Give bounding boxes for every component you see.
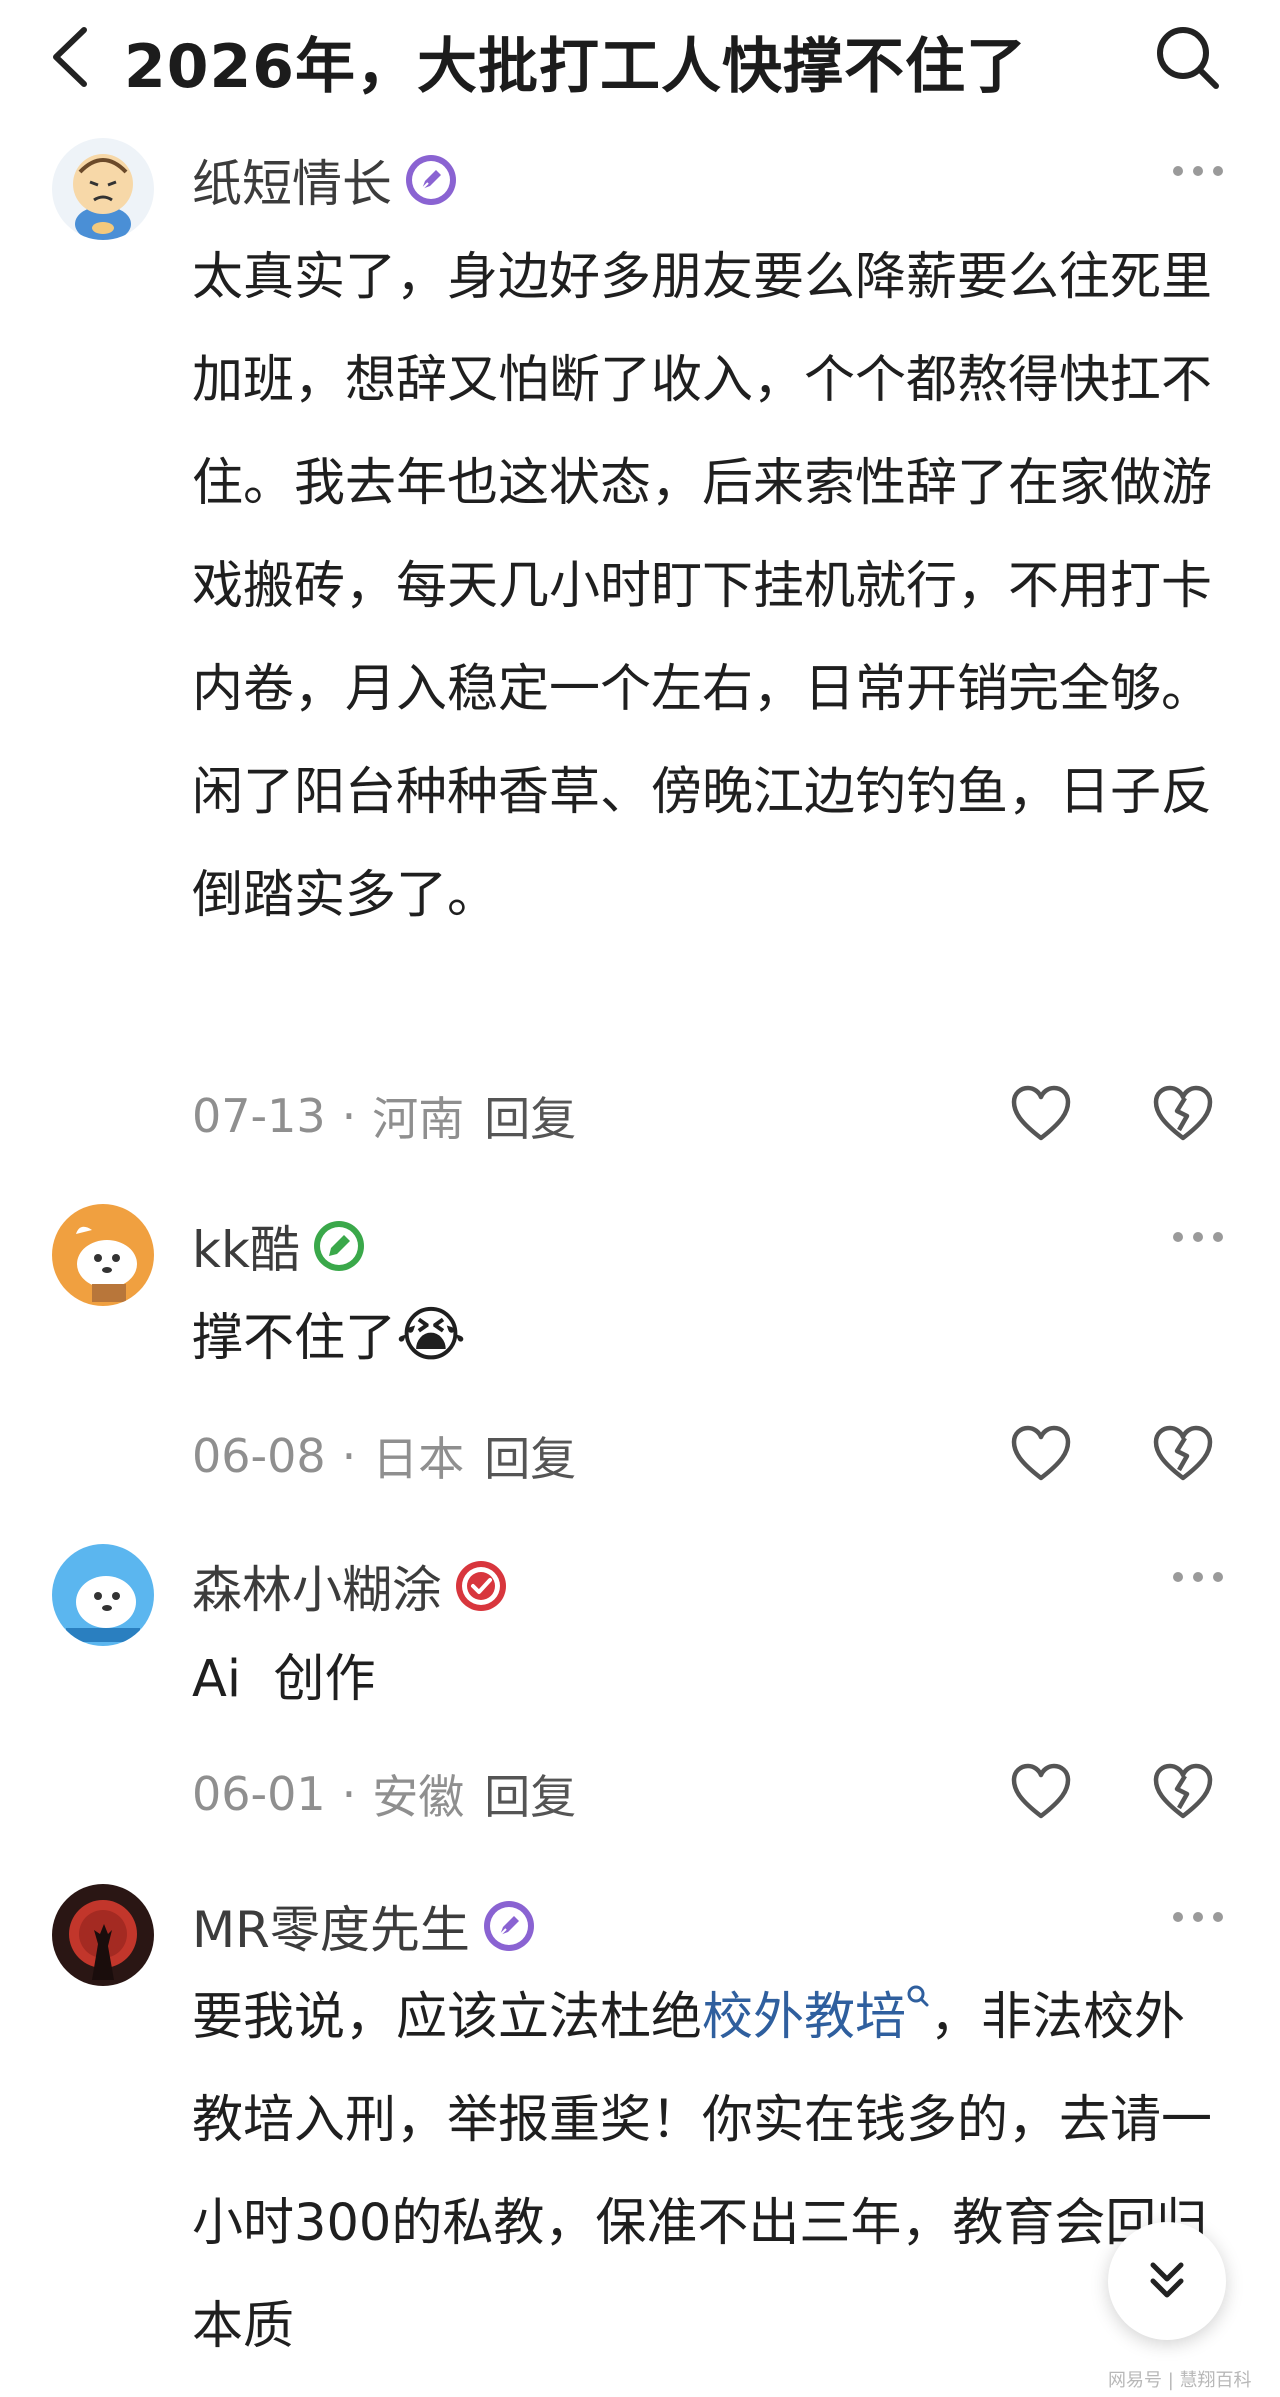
pen-badge-icon (406, 155, 456, 205)
comment-text: 撑不住了 (192, 1309, 397, 1368)
chevron-left-icon (53, 27, 87, 87)
comment-text: 要我说，应该立法杜绝校外教培 ，非法校外教培入刑，举报重奖！你实在钱多的，去请一小… (192, 1966, 1232, 2378)
more-options-button[interactable] (1170, 156, 1226, 186)
comment-date: 07-13 (192, 1089, 326, 1143)
username[interactable]: MR零度先生 (192, 1890, 470, 1962)
comment-location: 安徽 (372, 1770, 465, 1824)
search-icon (1157, 27, 1219, 89)
double-chevron-down-icon (1150, 2262, 1184, 2298)
comment-meta: 06-08 · 日本 回复 (192, 1426, 576, 1486)
more-dots-icon (1173, 166, 1223, 176)
search-button[interactable] (1152, 22, 1222, 92)
more-options-button[interactable] (1170, 1222, 1226, 1252)
broken-heart-icon (1153, 1085, 1213, 1141)
dislike-button[interactable] (1152, 1762, 1214, 1822)
comment-date: 06-08 (192, 1429, 326, 1483)
more-dots-icon (1173, 1572, 1223, 1582)
search-keyword-link[interactable]: 校外教培 (702, 1985, 930, 2047)
search-keyword-label: 校外教培 (702, 1988, 907, 2047)
pen-badge-icon (483, 1901, 534, 1951)
username[interactable]: kk酷 (192, 1210, 300, 1282)
username[interactable]: 森林小糊涂 (192, 1550, 442, 1622)
username[interactable]: 纸短情长 (192, 144, 392, 216)
comment-location: 河南 (372, 1092, 465, 1146)
pencil-badge-icon (313, 1221, 364, 1271)
comment-text: 太真实了，身边好多朋友要么降薪要么往死里加班，想辞又怕断了收入，个个都熬得快扛不… (192, 248, 1213, 925)
like-button[interactable] (1010, 1424, 1072, 1484)
reply-button[interactable]: 回复 (484, 1761, 576, 1827)
comment-text-part: 要我说，应该立法杜绝 (192, 1988, 703, 2047)
like-button[interactable] (1010, 1084, 1072, 1144)
comment-meta: 07-13 · 河南 回复 (192, 1086, 576, 1146)
separator-dot: · (341, 1767, 357, 1821)
dislike-button[interactable] (1152, 1424, 1214, 1484)
comment-text-row: 撑不住了😭 (192, 1284, 1232, 1390)
avatar[interactable] (52, 1544, 154, 1646)
top-bar: 2026年，大批打工人快撑不住了 (0, 0, 1280, 120)
reply-button[interactable]: 回复 (484, 1423, 576, 1489)
scroll-down-button[interactable] (1108, 2222, 1226, 2340)
crying-laughing-emoji: 😭 (396, 1300, 467, 1370)
separator-dot: · (341, 1089, 357, 1143)
comment-text: Ai 创作 (192, 1650, 376, 1709)
more-options-button[interactable] (1170, 1562, 1226, 1592)
comment-date: 06-01 (192, 1767, 326, 1821)
heart-icon (1011, 1425, 1071, 1481)
like-button[interactable] (1010, 1762, 1072, 1822)
more-dots-icon (1173, 1912, 1223, 1922)
avatar[interactable] (52, 1204, 154, 1306)
heart-icon (1011, 1085, 1071, 1141)
back-button[interactable] (44, 22, 104, 92)
broken-heart-icon (1153, 1763, 1213, 1819)
separator-dot: · (341, 1429, 357, 1483)
more-options-button[interactable] (1170, 1902, 1226, 1932)
check-badge-icon (456, 1561, 506, 1611)
dislike-button[interactable] (1152, 1084, 1214, 1144)
page-title: 2026年，大批打工人快撑不住了 (124, 32, 1027, 102)
comment-location: 日本 (372, 1432, 465, 1486)
search-small-icon (907, 1985, 929, 2007)
reply-button[interactable]: 回复 (484, 1083, 576, 1149)
broken-heart-icon (1153, 1425, 1213, 1481)
heart-icon (1011, 1763, 1071, 1819)
avatar[interactable] (52, 1884, 154, 1986)
comment-meta: 06-01 · 安徽 回复 (192, 1764, 576, 1824)
watermark: 网易号 | 慧翔百科 (1108, 2370, 1252, 2391)
more-dots-icon (1173, 1232, 1223, 1242)
avatar[interactable] (52, 138, 154, 240)
